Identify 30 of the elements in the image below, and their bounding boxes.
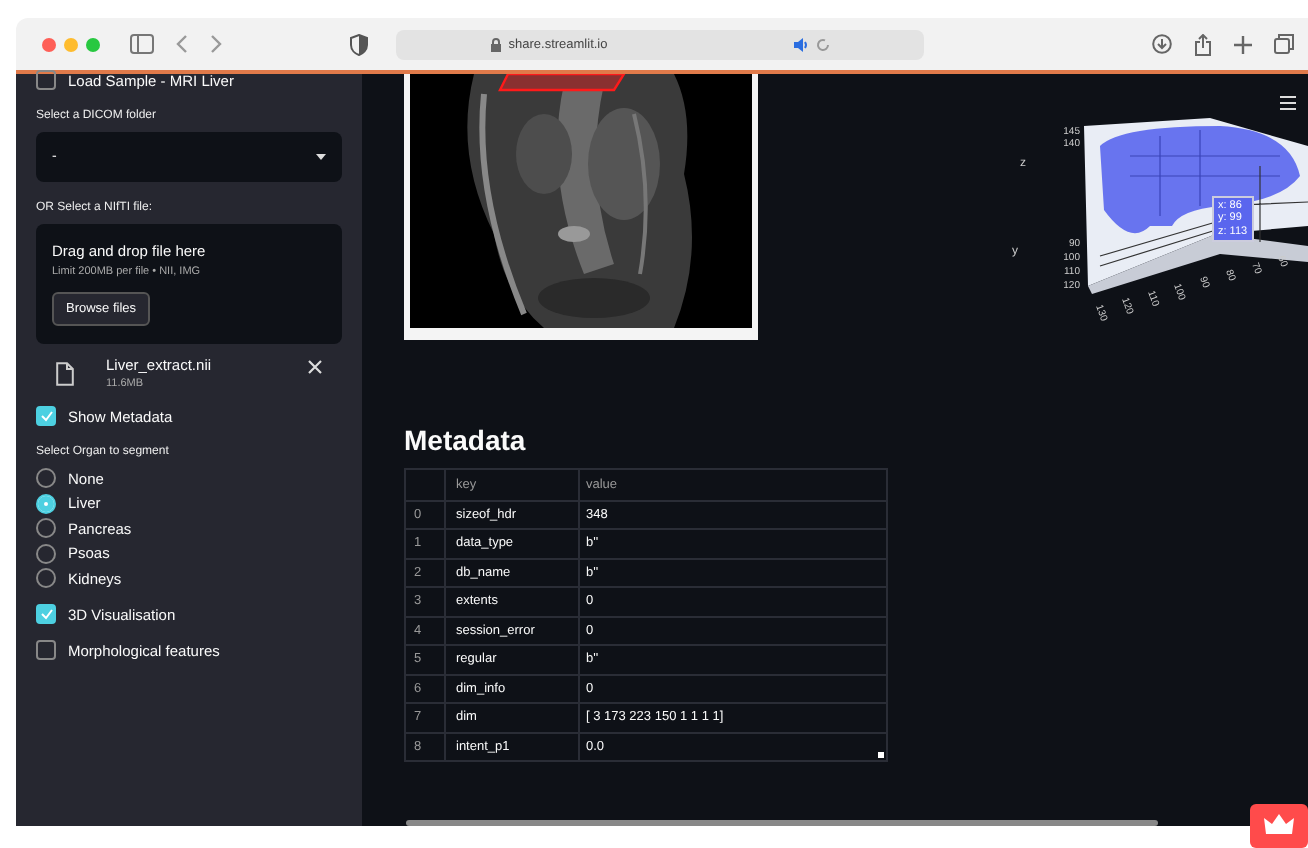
minimize-dot-icon[interactable] [64, 37, 78, 51]
download-icon[interactable] [1152, 34, 1172, 54]
file-icon [56, 362, 74, 386]
menu-icon[interactable] [1280, 96, 1296, 110]
radio-button[interactable] [36, 568, 56, 588]
speaker-icon[interactable] [793, 37, 810, 51]
forward-icon[interactable] [210, 34, 222, 54]
section-title: Metadata [404, 424, 528, 456]
crown-icon[interactable] [1250, 804, 1308, 848]
resize-handle[interactable] [878, 752, 884, 758]
checkbox[interactable] [36, 604, 56, 624]
checkbox[interactable] [36, 70, 56, 90]
back-icon[interactable] [176, 34, 188, 54]
sidebar-icon[interactable] [130, 34, 154, 54]
close-dot-icon[interactable] [42, 37, 56, 51]
radio-button[interactable] [36, 468, 56, 488]
maximize-dot-icon[interactable] [86, 37, 100, 51]
close-icon[interactable] [308, 360, 322, 374]
share-icon[interactable] [1194, 33, 1212, 55]
radio-button[interactable] [36, 518, 56, 538]
checkbox[interactable] [36, 406, 56, 426]
new-tab-icon[interactable] [1234, 35, 1252, 53]
radio-button[interactable] [36, 543, 56, 563]
scrollbar[interactable] [406, 820, 1158, 826]
lock-icon [490, 37, 503, 51]
checkbox[interactable] [36, 640, 56, 660]
radio-button[interactable] [36, 493, 56, 513]
caret-icon [316, 154, 326, 160]
tabs-icon[interactable] [1274, 34, 1294, 54]
shield-icon[interactable] [350, 33, 368, 55]
